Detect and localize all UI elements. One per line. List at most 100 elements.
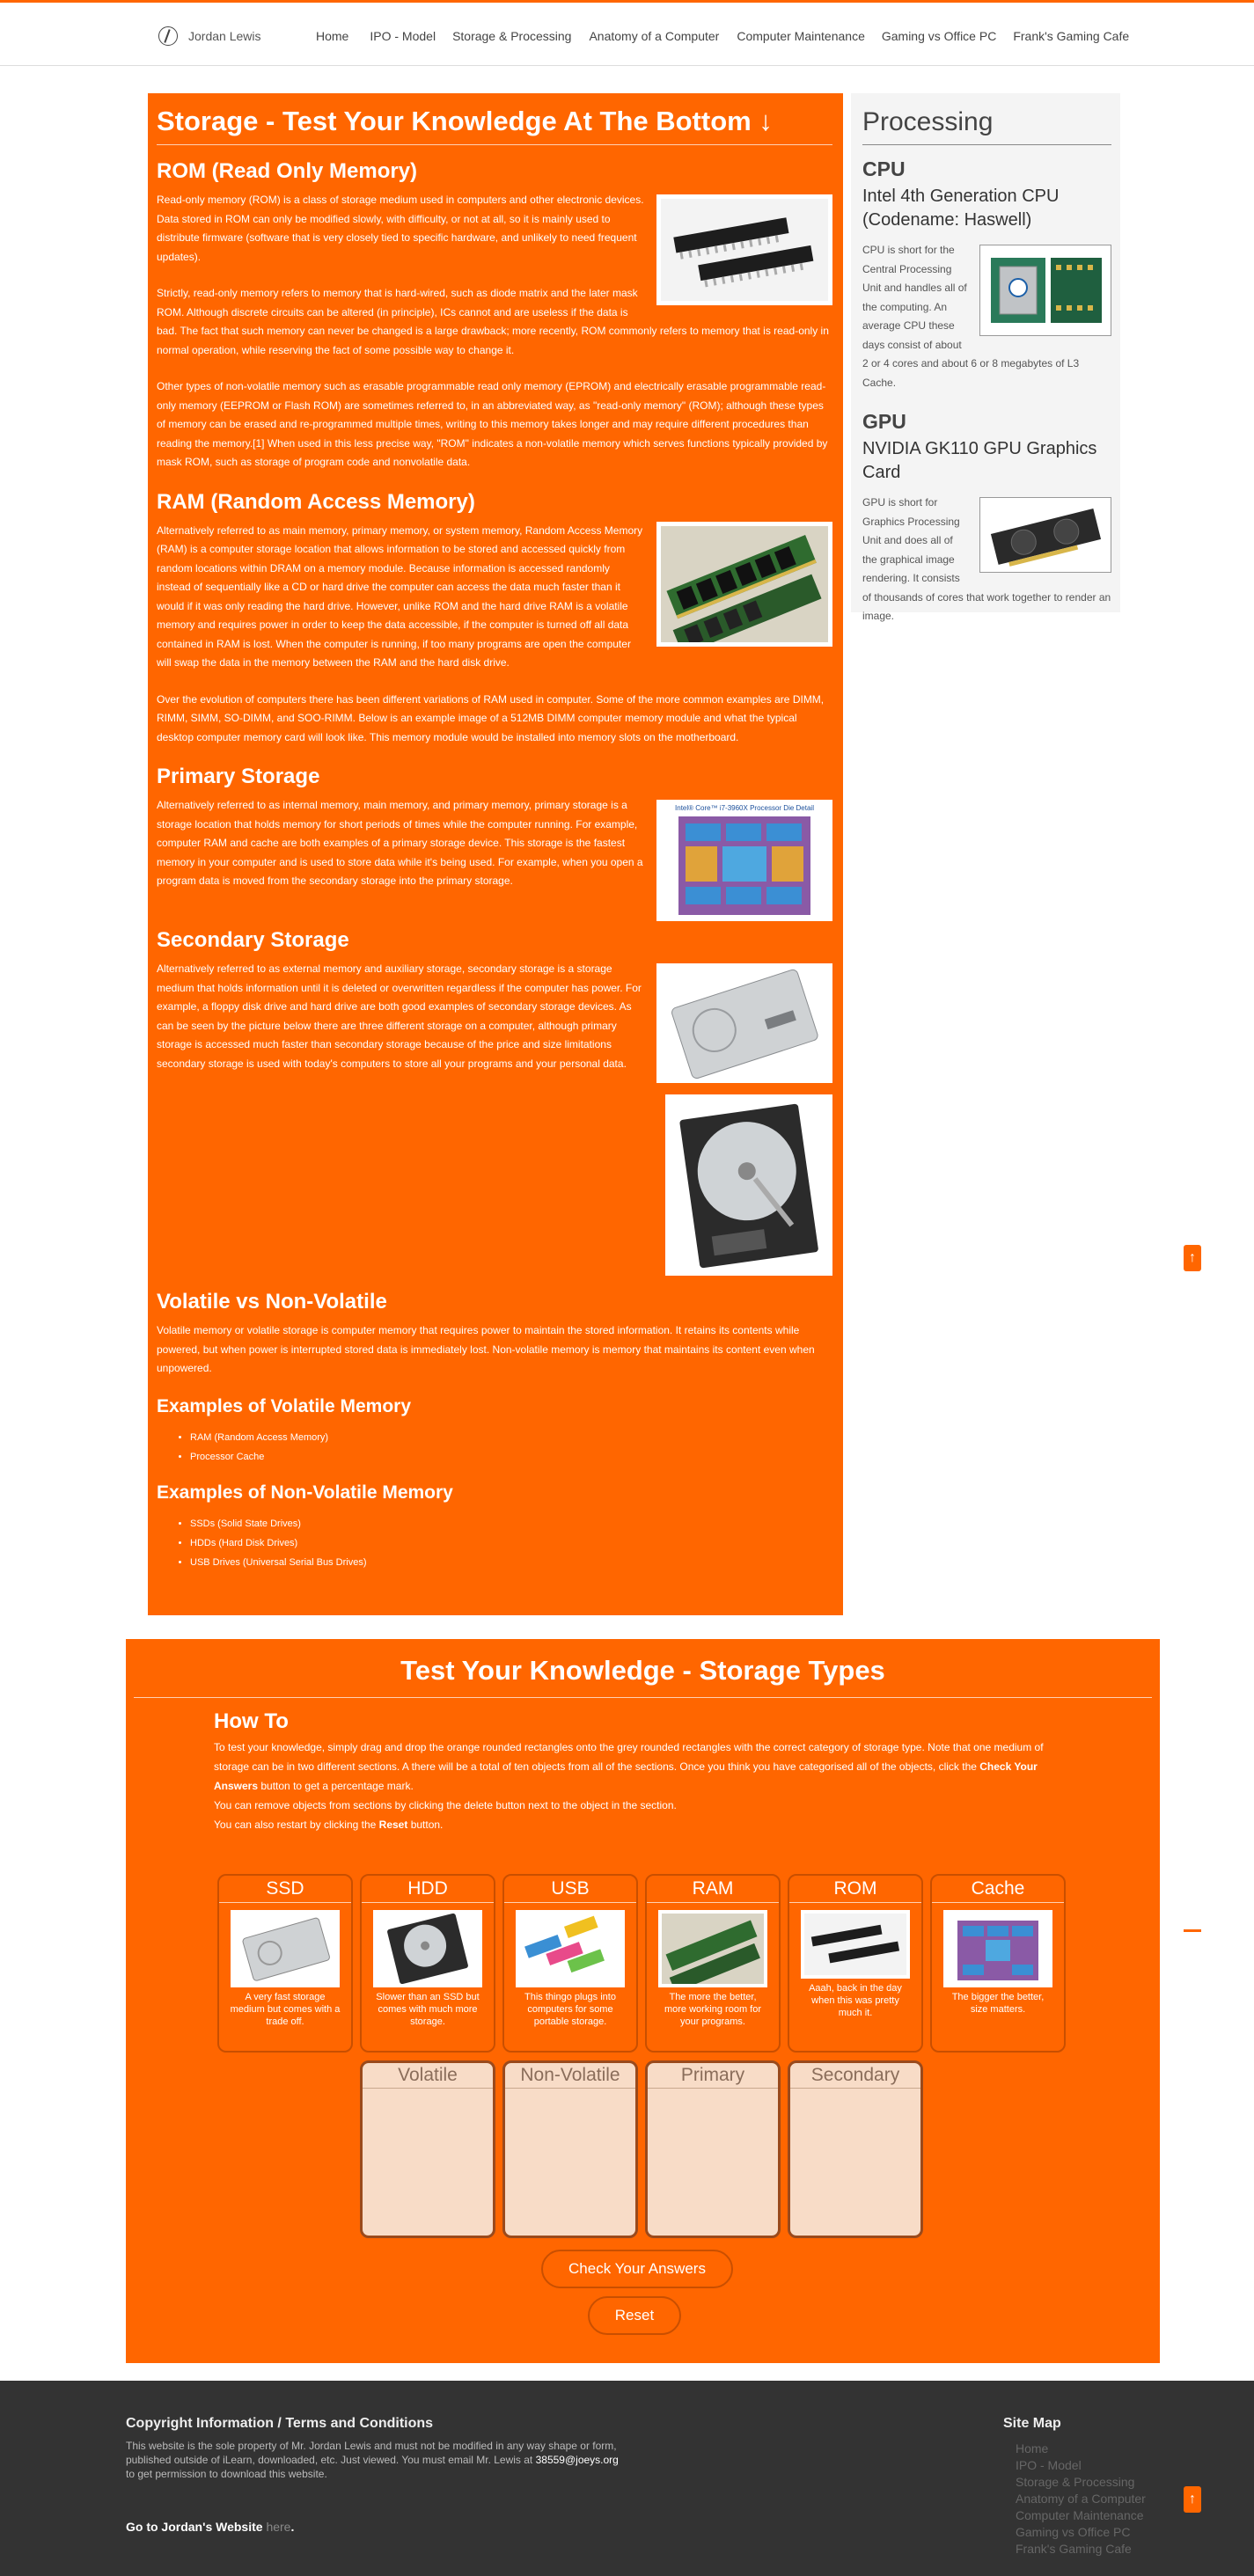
howto-paragraph-2: You can remove objects from sections by … [214,1799,677,1811]
rom-paragraph-3: Other types of non-volatile memory such … [157,380,828,468]
howto-paragraph-1: To test your knowledge, simply drag and … [214,1741,1044,1792]
hdd-image [665,1094,832,1276]
drop-zone-title: Volatile [363,2063,493,2089]
cache-thumbnail [943,1910,1052,1987]
sitemap-link-ipo-model[interactable]: IPO - Model [1016,2457,1179,2474]
reset-button[interactable]: Reset [588,2296,681,2335]
drop-zone-secondary[interactable]: Secondary [788,2060,923,2238]
card-description: Slower than an SSD but comes with much m… [376,1992,480,2027]
drop-zone-title: Non-Volatile [505,2063,635,2089]
check-answers-button[interactable]: Check Your Answers [541,2250,733,2288]
ram-heading: RAM (Random Access Memory) [157,489,475,514]
list-item: Processor Cache [190,1447,832,1467]
drag-card-cache[interactable]: Cache The bigger the better, size matter… [930,1874,1066,2053]
nonvolatile-examples-list: SSDs (Solid State Drives) HDDs (Hard Dis… [190,1514,832,1572]
drag-card-ssd[interactable]: SSD A very fast storage medium but comes… [217,1874,353,2053]
sitemap-link-franks-cafe[interactable]: Frank's Gaming Cafe [1016,2541,1179,2558]
card-description: A very fast storage medium but comes wit… [230,1992,341,2027]
copyright-text: This website is the sole property of Mr.… [126,2440,619,2480]
ram-thumbnail [658,1910,767,1993]
drop-zone-title: Primary [648,2063,778,2089]
cpu-subheading: Intel 4th Generation CPU (Codename: Hasw… [862,187,1060,230]
logo-icon [158,26,178,46]
go-to-website: Go to Jordan's Website here. [126,2520,295,2534]
navbar: Jordan Lewis Home IPO - Model Storage & … [0,3,1254,66]
website-link[interactable]: here [266,2520,290,2534]
drop-zone-non-volatile[interactable]: Non-Volatile [502,2060,638,2238]
nav-link-maintenance[interactable]: Computer Maintenance [737,29,865,43]
ssd-image [656,963,832,1083]
card-title: RAM [647,1876,779,1903]
card-description: This thingo plugs into computers for som… [524,1992,616,2027]
primary-storage-heading: Primary Storage [157,765,320,788]
site-map: Site Map Home IPO - Model Storage & Proc… [1003,2416,1179,2558]
copyright-heading: Copyright Information / Terms and Condit… [126,2416,434,2431]
brand[interactable]: Jordan Lewis [158,26,261,46]
volatile-examples-heading: Examples of Volatile Memory [157,1395,412,1416]
copyright-block: Copyright Information / Terms and Condit… [126,2416,627,2481]
ram-paragraph-2: Over the evolution of computers there ha… [157,692,825,743]
drop-zone-volatile[interactable]: Volatile [360,2060,495,2238]
card-title: USB [504,1876,636,1903]
storage-article: Storage - Test Your Knowledge At The Bot… [148,93,843,1615]
sitemap-link-maintenance[interactable]: Computer Maintenance [1016,2507,1179,2524]
hdd-thumbnail [373,1910,482,1987]
processor-die-image: Intel® Core™ i7-3960X Processor Die Deta… [656,800,832,921]
drag-card-rom[interactable]: ROM Aaah, back in the day when this was … [788,1874,923,2053]
card-description: Aaah, back in the day when this was pret… [809,1983,902,2018]
volatile-heading: Volatile vs Non-Volatile [157,1290,387,1314]
footer-up-arrow-icon[interactable]: ↑ [1184,2486,1201,2513]
nav-link-franks-cafe[interactable]: Frank's Gaming Cafe [1013,29,1129,43]
rom-heading: ROM (Read Only Memory) [157,159,418,183]
gpu-subheading: NVIDIA GK110 GPU Graphics Card [862,439,1097,482]
nav-link-home[interactable]: Home [316,29,348,43]
cpu-heading: CPU [862,157,906,180]
card-title: Cache [932,1876,1064,1903]
gpu-image [979,497,1111,573]
page-title: Storage - Test Your Knowledge At The Bot… [157,106,832,145]
sitemap-link-gaming-vs-office[interactable]: Gaming vs Office PC [1016,2524,1179,2541]
card-title: HDD [362,1876,494,1903]
collapsed-back-to-top[interactable] [1184,1929,1201,1932]
processor-die-caption: Intel® Core™ i7-3960X Processor Die Deta… [675,804,814,812]
ssd-thumbnail [231,1910,340,1987]
ram-module-image [656,521,832,647]
drop-zone-primary[interactable]: Primary [645,2060,781,2238]
list-item: USB Drives (Universal Serial Bus Drives) [190,1553,832,1572]
gpu-heading: GPU [862,410,906,433]
secondary-storage-heading: Secondary Storage [157,928,349,952]
howto-block: How To To test your knowledge, simply dr… [214,1709,1076,1834]
volatile-paragraph: Volatile memory or volatile storage is c… [157,1324,815,1374]
footer: Copyright Information / Terms and Condit… [0,2381,1254,2576]
card-description: The more the better, more working room f… [664,1992,762,2027]
card-title: SSD [219,1876,351,1903]
drag-card-usb[interactable]: USB This thingo plugs into computers for… [502,1874,638,2053]
drop-zone-title: Secondary [790,2063,920,2089]
up-arrow-icon[interactable]: ↑ [1184,1245,1201,1271]
brand-name: Jordan Lewis [188,29,261,43]
howto-paragraph-3: You can also restart by clicking the Res… [214,1819,444,1831]
nav-link-storage-processing[interactable]: Storage & Processing [452,29,571,43]
volatile-examples-list: RAM (Random Access Memory) Processor Cac… [190,1428,832,1467]
card-title: ROM [789,1876,921,1903]
rom-chip-image [656,194,832,305]
drag-card-hdd[interactable]: HDD Slower than an SSD but comes with mu… [360,1874,495,2053]
howto-heading: How To [214,1709,289,1733]
usb-thumbnail [516,1910,625,1987]
test-title: Test Your Knowledge - Storage Types [134,1655,1152,1698]
processing-sidebar: Processing CPU Intel 4th Generation CPU … [851,93,1120,622]
sitemap-heading: Site Map [1003,2416,1061,2431]
nav-link-gaming-vs-office[interactable]: Gaming vs Office PC [882,29,996,43]
contact-email[interactable]: 38559@joeys.org [536,2454,619,2466]
list-item: RAM (Random Access Memory) [190,1428,832,1447]
list-item: HDDs (Hard Disk Drives) [190,1533,832,1553]
sitemap-link-anatomy[interactable]: Anatomy of a Computer [1016,2491,1179,2507]
nav-links: Home IPO - Model Storage & Processing An… [316,29,1129,43]
nav-link-anatomy[interactable]: Anatomy of a Computer [589,29,719,43]
sitemap-link-storage-processing[interactable]: Storage & Processing [1016,2474,1179,2491]
sidebar-title: Processing [862,107,1111,145]
sitemap-link-home[interactable]: Home [1016,2441,1179,2457]
drag-card-ram[interactable]: RAM The more the better, more working ro… [645,1874,781,2053]
nav-link-ipo-model[interactable]: IPO - Model [370,29,436,43]
rom-thumbnail [801,1910,910,1979]
